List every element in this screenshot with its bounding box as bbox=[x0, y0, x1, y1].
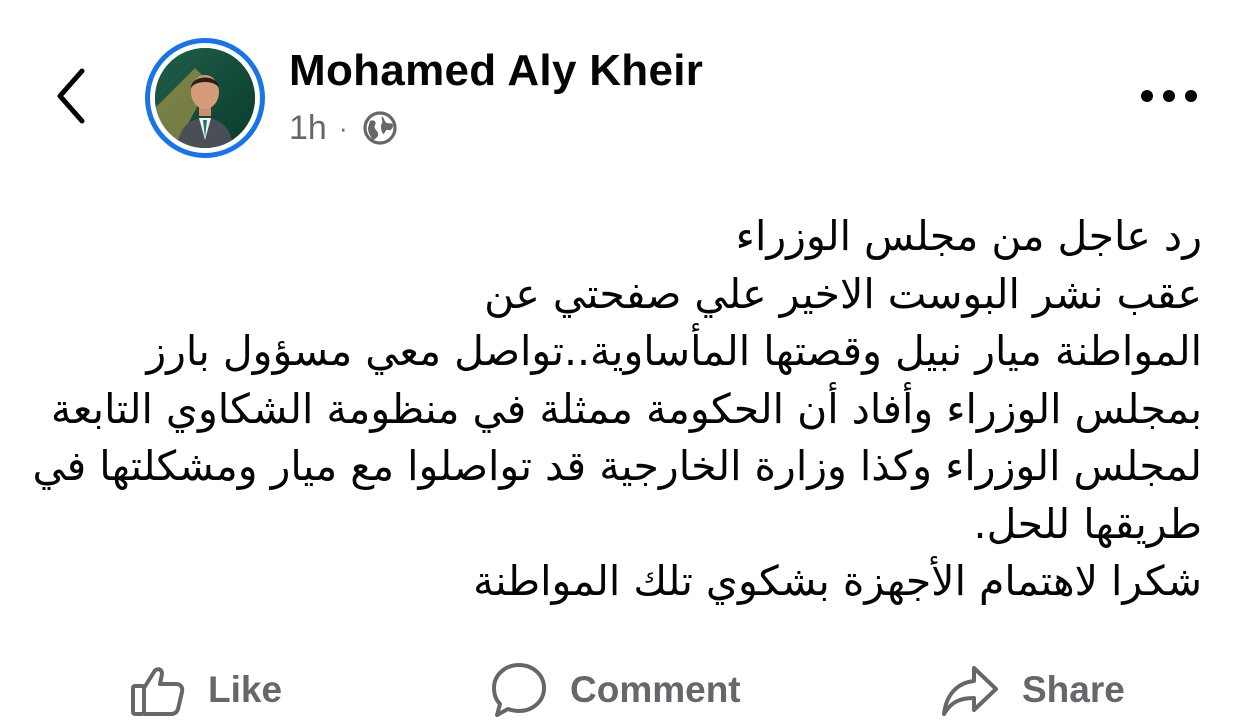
post-text-line: عقب نشر البوست الاخير علي صفحتي عن bbox=[484, 269, 1202, 318]
more-horizontal-icon bbox=[1141, 90, 1197, 102]
post-text-line: المواطنة ميار نبيل وقصتها المأساوية..توا… bbox=[146, 327, 1202, 375]
meta-separator: · bbox=[338, 112, 348, 143]
share-label: Share bbox=[1022, 669, 1125, 710]
author-name[interactable]: Mohamed Aly Kheir bbox=[289, 46, 703, 96]
post-text-line: رد عاجل من مجلس الوزراء bbox=[735, 212, 1202, 260]
post-body: رد عاجل من مجلس الوزراء عقب نشر البوست ا… bbox=[32, 208, 1202, 611]
comment-bubble-icon bbox=[490, 661, 548, 719]
comment-label: Comment bbox=[570, 669, 741, 710]
comment-button[interactable]: Comment bbox=[490, 660, 741, 720]
author-avatar[interactable] bbox=[145, 38, 265, 158]
post-text-line: بمجلس الوزراء وأفاد أن الحكومة ممثلة في … bbox=[50, 384, 1202, 433]
post-actions-bar: Like Comment Share bbox=[0, 650, 1242, 724]
post-meta: 1h · bbox=[289, 106, 398, 150]
more-options-button[interactable] bbox=[1134, 78, 1204, 114]
like-label: Like bbox=[208, 669, 283, 710]
avatar bbox=[155, 48, 255, 148]
post-timestamp[interactable]: 1h bbox=[289, 109, 327, 148]
post-text-line: طريقها للحل. bbox=[973, 499, 1202, 548]
post-text-line: شكرا لاهتمام الأجهزة بشكوي تلك المواطنة bbox=[473, 557, 1202, 605]
post-text-line: لمجلس الوزراء وكذا وزارة الخارجية قد توا… bbox=[32, 442, 1202, 490]
share-button[interactable]: Share bbox=[940, 660, 1125, 720]
post-header: Mohamed Aly Kheir 1h · bbox=[0, 0, 1242, 180]
back-button[interactable] bbox=[44, 62, 98, 130]
thumbs-up-icon bbox=[130, 662, 186, 718]
like-button[interactable]: Like bbox=[130, 660, 282, 720]
share-arrow-icon bbox=[940, 662, 1000, 718]
globe-icon bbox=[362, 110, 398, 146]
chevron-left-icon bbox=[57, 68, 85, 124]
